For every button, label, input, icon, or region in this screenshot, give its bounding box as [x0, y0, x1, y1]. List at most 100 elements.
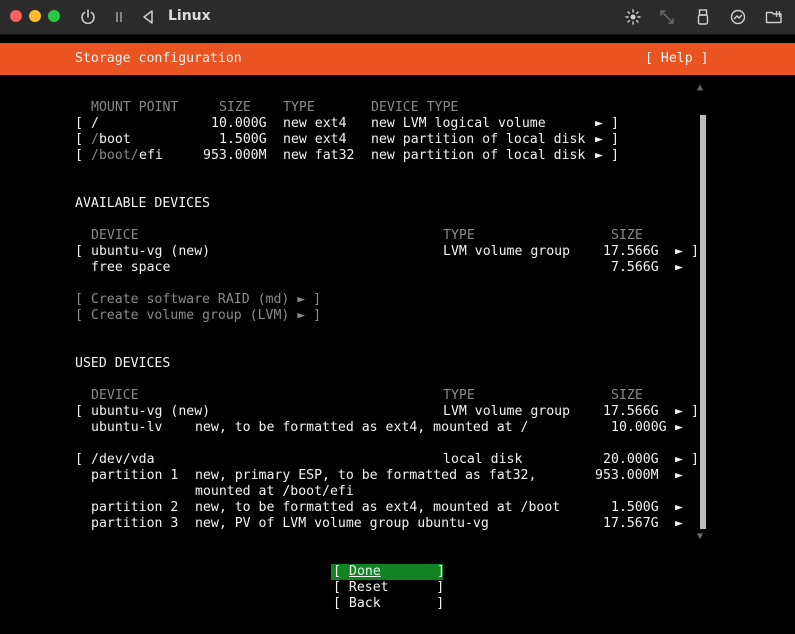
create-volume-group-button[interactable]: [ Create volume group (LVM) ► ] [75, 308, 321, 324]
col-header-type: TYPE [443, 388, 475, 403]
resize-icon[interactable] [657, 7, 677, 27]
available-devices-heading: AVAILABLE DEVICES [75, 196, 210, 211]
mount-point-prefix: /boot/ [91, 148, 139, 163]
device-type: LVM volume group [443, 244, 571, 259]
scroll-up-arrow-icon[interactable]: ▲ [697, 82, 703, 93]
row-menu-arrow-icon[interactable]: ► [675, 260, 683, 276]
mount-size: 1.500G [219, 132, 267, 147]
row-menu-arrow-icon[interactable]: ► [595, 132, 603, 148]
device-name: /dev/vda [91, 452, 155, 467]
mount-type: new ext4 [283, 116, 347, 131]
network-icon[interactable] [728, 7, 748, 27]
mount-point-prefix: / [91, 132, 99, 147]
device-name: ubuntu-vg (new) [91, 404, 211, 419]
mount-point: efi [139, 148, 163, 163]
partition-description: new, PV of LVM volume group ubuntu-vg [195, 516, 489, 531]
row-menu-arrow-icon[interactable]: ► [595, 148, 603, 164]
row-bracket-close: ] [611, 116, 619, 131]
partition-name: partition 3 [91, 516, 179, 531]
col-header-size: SIZE [611, 228, 643, 243]
row-bracket-open: [ [75, 132, 83, 147]
partition-size: 1.500G [611, 500, 659, 515]
device-type: LVM volume group [443, 404, 571, 419]
power-icon[interactable] [78, 7, 98, 27]
done-bracket-open: [ [333, 564, 349, 579]
installer-screen: Storage configuration [ Help ] ▲ ▼ MOUNT… [0, 35, 795, 634]
row-bracket-open: [ [75, 244, 83, 259]
device-size: 17.566G [603, 244, 659, 259]
row-menu-arrow-icon[interactable]: ► [675, 500, 683, 516]
col-header-device: DEVICE [91, 388, 139, 403]
partition-description: new, to be formatted as ext4, mounted at… [195, 500, 561, 515]
row-menu-arrow-icon[interactable]: ► [675, 452, 683, 468]
reset-button[interactable]: [ Reset ] [333, 580, 444, 596]
mount-point: / [91, 116, 99, 131]
partition-size: 17.567G [603, 516, 659, 531]
device-size: 17.566G [603, 404, 659, 419]
partition-name: partition 2 [91, 500, 179, 515]
col-header-device-type: DEVICE TYPE [371, 100, 459, 115]
row-menu-arrow-icon[interactable]: ► [675, 420, 683, 436]
col-header-size: SIZE [611, 388, 643, 403]
mount-size: 10.000G [211, 116, 267, 131]
mount-device-type: new LVM logical volume [371, 116, 546, 131]
device-type: local disk [443, 452, 523, 467]
row-bracket-close: ] [611, 148, 619, 163]
device-size: 7.566G [611, 260, 659, 275]
row-menu-arrow-icon[interactable]: ► [675, 468, 683, 484]
window-titlebar: Linux [0, 0, 795, 35]
row-menu-arrow-icon[interactable]: ► [675, 404, 683, 420]
page-header: Storage configuration [ Help ] [0, 43, 795, 75]
device-name: free space [91, 260, 171, 275]
mount-size: 953.000M [203, 148, 267, 163]
row-bracket-open: [ [75, 452, 83, 467]
brightness-icon[interactable] [623, 7, 643, 27]
partition-description: new, primary ESP, to be formatted as fat… [195, 468, 537, 483]
pause-icon[interactable] [109, 7, 129, 27]
done-bracket-close: ] [437, 564, 445, 579]
scroll-down-arrow-icon[interactable]: ▼ [697, 531, 703, 542]
usb-icon[interactable] [693, 7, 713, 27]
device-size: 20.000G [603, 452, 659, 467]
mount-type: new fat32 [283, 148, 355, 163]
col-header-mount-point: MOUNT POINT [91, 100, 179, 115]
mount-device-type: new partition of local disk [371, 148, 586, 163]
help-button[interactable]: [ Help ] [645, 51, 709, 67]
partition-size: 953.000M [595, 468, 659, 483]
col-header-type: TYPE [283, 100, 315, 115]
scrollbar[interactable] [700, 115, 706, 529]
row-bracket-close: ] [611, 132, 619, 147]
mount-point: boot [99, 132, 131, 147]
create-software-raid-button[interactable]: [ Create software RAID (md) ► ] [75, 292, 321, 308]
row-bracket-open: [ [75, 404, 83, 419]
device-size: 10.000G [611, 420, 667, 435]
row-bracket-close: ] [691, 404, 699, 419]
row-bracket-open: [ [75, 148, 83, 163]
col-header-device: DEVICE [91, 228, 139, 243]
used-devices-heading: USED DEVICES [75, 356, 171, 371]
window-title: Linux [168, 8, 211, 24]
back-button[interactable]: [ Back ] [333, 596, 444, 612]
row-bracket-open: [ [75, 116, 83, 131]
folder-icon[interactable] [764, 7, 784, 27]
back-triangle-icon[interactable] [138, 7, 158, 27]
col-header-size: SIZE [219, 100, 251, 115]
row-menu-arrow-icon[interactable]: ► [675, 516, 683, 532]
row-menu-arrow-icon[interactable]: ► [675, 244, 683, 260]
partition-description-cont: mounted at /boot/efi [195, 484, 354, 499]
col-header-type: TYPE [443, 228, 475, 243]
row-menu-arrow-icon[interactable]: ► [595, 116, 603, 132]
row-bracket-close: ] [691, 244, 699, 259]
zoom-window-button[interactable] [48, 10, 60, 22]
device-name: ubuntu-vg (new) [91, 244, 211, 259]
close-window-button[interactable] [10, 10, 22, 22]
mount-device-type: new partition of local disk [371, 132, 586, 147]
device-name: ubuntu-lv [91, 420, 163, 435]
partition-name: partition 1 [91, 468, 179, 483]
done-button[interactable]: [ Done ] [331, 564, 445, 580]
row-bracket-close: ] [691, 452, 699, 467]
done-label: Done [349, 564, 381, 579]
device-description: new, to be formatted as ext4, mounted at… [195, 420, 529, 435]
mount-type: new ext4 [283, 132, 347, 147]
minimize-window-button[interactable] [29, 10, 41, 22]
